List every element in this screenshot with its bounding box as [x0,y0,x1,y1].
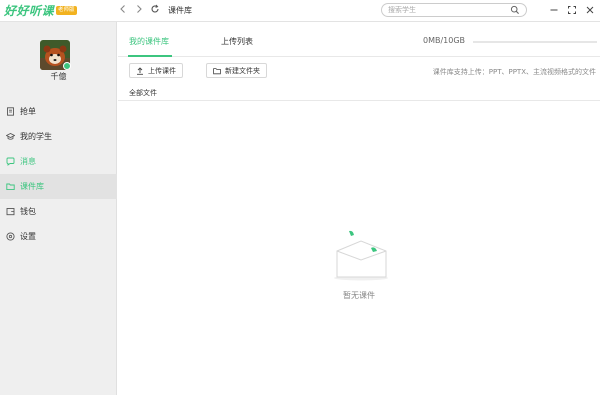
fullscreen-icon [568,6,576,14]
upload-button-label: 上传课件 [148,66,176,75]
minimize-button[interactable] [548,4,560,16]
maximize-button[interactable] [566,4,578,16]
upload-icon [136,66,144,75]
search-input[interactable] [388,5,506,15]
sidebar-menu: 抢单 我的学生 消息 课件库 钱包 设置 [0,99,117,249]
username: 千億 [50,72,67,81]
folder-icon [6,182,15,191]
chat-icon [6,157,15,166]
verified-badge-icon [63,62,71,70]
app-logo: 好好听课 老师版 [4,3,77,18]
close-button[interactable] [584,4,596,16]
sidebar-item-courseware[interactable]: 课件库 [0,174,117,199]
back-button[interactable] [117,4,129,16]
empty-folder-illustration [333,227,393,287]
chevron-right-icon [137,5,142,13]
new-folder-button[interactable]: 新建文件夹 [206,63,267,78]
graduation-cap-icon [6,132,15,141]
breadcrumb-all-files[interactable]: 全部文件 [129,88,157,98]
new-folder-button-label: 新建文件夹 [225,66,260,75]
sidebar-item-label: 设置 [20,232,36,241]
document-icon [6,107,15,116]
title-bar: 好好听课 老师版 课件库 [0,0,600,22]
active-tab-indicator [128,55,172,57]
refresh-icon [151,4,159,13]
sidebar-item-label: 我的学生 [20,132,52,141]
sidebar-item-wallet[interactable]: 钱包 [0,199,117,224]
wallet-icon [6,207,15,216]
close-icon [586,6,594,14]
sidebar-item-messages[interactable]: 消息 [0,149,117,174]
upload-format-hint: 课件库支持上传：PPT、PPTX、主流视频格式的文件 [432,68,596,76]
settings-icon [6,232,15,241]
main-panel: 我的课件库 上传列表 0MB/10GB 上传课件 新建文件夹 课件库支持上传：P… [118,22,600,395]
chevron-left-icon [120,5,125,13]
page-title: 课件库 [168,6,192,15]
tab-bar: 我的课件库 上传列表 0MB/10GB [118,22,600,57]
tab-my-courseware[interactable]: 我的课件库 [129,36,169,47]
new-folder-icon [213,67,221,75]
search-box[interactable] [381,3,527,17]
sidebar-item-label: 钱包 [20,207,36,216]
empty-box-icon [334,230,388,281]
breadcrumb: 全部文件 [118,84,600,101]
minimize-icon [550,9,558,11]
logo-text: 好好听课 [4,3,55,18]
sidebar-item-label: 抢单 [20,107,36,116]
storage-usage-text: 0MB/10GB [423,36,466,45]
upload-courseware-button[interactable]: 上传课件 [129,63,183,78]
logo-badge: 老师版 [56,5,77,15]
sidebar-item-label: 消息 [20,157,36,166]
storage-progress-bar [473,41,597,43]
tab-upload-list[interactable]: 上传列表 [221,36,253,47]
sidebar: 千億 抢单 我的学生 消息 课件库 钱包 设置 [0,22,117,395]
empty-state-text: 暂无课件 [343,291,375,300]
toolbar: 上传课件 新建文件夹 课件库支持上传：PPT、PPTX、主流视频格式的文件 [118,58,600,84]
sidebar-item-orders[interactable]: 抢单 [0,99,117,124]
refresh-button[interactable] [149,4,161,16]
forward-button[interactable] [133,4,145,16]
sidebar-item-settings[interactable]: 设置 [0,224,117,249]
search-icon[interactable] [510,5,520,17]
sidebar-item-label: 课件库 [20,182,44,191]
sidebar-item-students[interactable]: 我的学生 [0,124,117,149]
